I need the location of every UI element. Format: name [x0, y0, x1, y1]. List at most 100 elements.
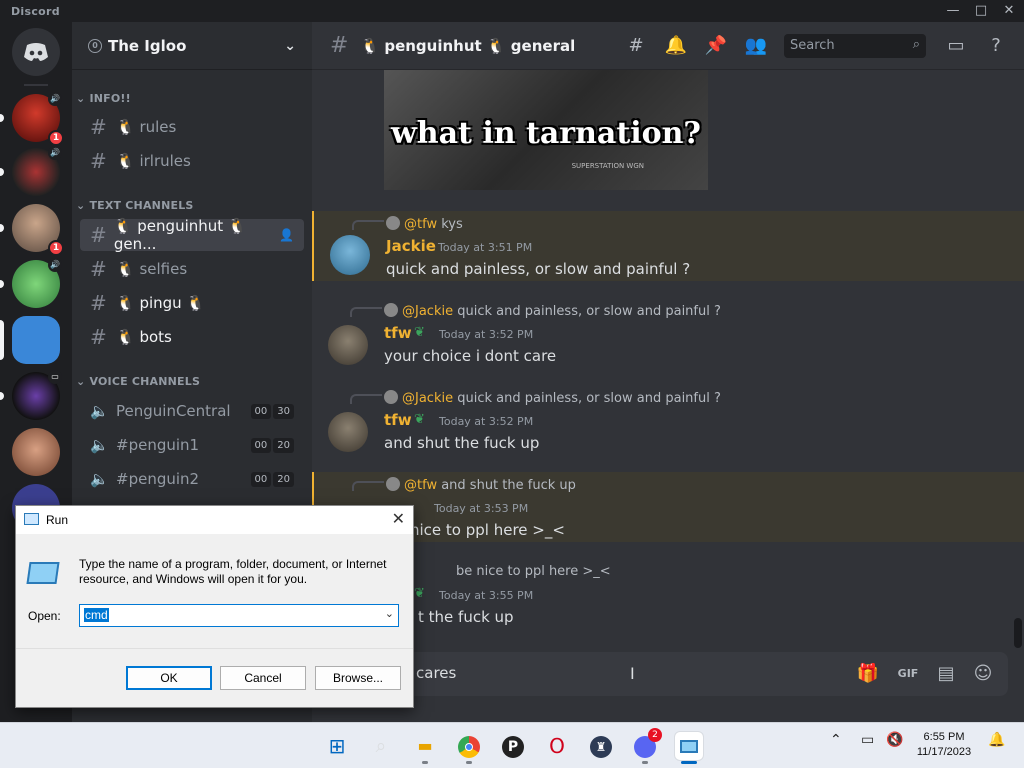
server-icon[interactable]: ▭: [0, 370, 62, 420]
chrome-icon[interactable]: [455, 732, 483, 760]
username[interactable]: Jackie: [386, 237, 436, 255]
channel-bots[interactable]: # 🐧 bots: [80, 321, 304, 353]
category-voice[interactable]: ⌄ VOICE CHANNELS: [76, 375, 200, 388]
voice-channel[interactable]: 🔈 #penguin2 00 20: [80, 463, 304, 495]
server-icon[interactable]: 🔊 1: [0, 92, 64, 146]
scrollbar[interactable]: [1014, 618, 1022, 648]
server-header[interactable]: 0 The Igloo ⌄: [72, 22, 312, 70]
invite-icon[interactable]: 👤: [279, 228, 294, 242]
channel-rules[interactable]: # 🐧 rules: [80, 111, 304, 143]
category-text[interactable]: ⌄ TEXT CHANNELS: [76, 199, 194, 212]
chevron-up-icon[interactable]: ⌃: [830, 732, 842, 748]
pin-icon[interactable]: 📌: [704, 34, 728, 58]
voice-channel[interactable]: 🔈 #penguin1 00 20: [80, 429, 304, 461]
dialog-titlebar[interactable]: Run ✕: [16, 506, 413, 534]
reply-preview[interactable]: @Jackie quick and painless, or slow and …: [384, 303, 721, 319]
inbox-icon[interactable]: ▭: [944, 34, 968, 58]
home-button[interactable]: [12, 28, 60, 76]
minimize-button[interactable]: —: [942, 2, 964, 20]
gif-image[interactable]: what in tarnation? SUPERSTATION WGN: [384, 70, 708, 190]
opera-icon[interactable]: O: [543, 732, 571, 760]
speaker-icon: 🔊: [48, 92, 62, 106]
ok-button[interactable]: OK: [126, 666, 212, 690]
close-icon[interactable]: ✕: [392, 509, 405, 529]
message-text: t the fuck up: [418, 608, 514, 626]
gif-button[interactable]: GIF: [896, 662, 920, 686]
message[interactable]: @Jackie quick and painless, or slow and …: [312, 298, 1024, 368]
speaker-icon: 🔊: [48, 146, 62, 160]
hash-icon: #: [330, 33, 349, 58]
sticker-icon[interactable]: ▤: [934, 662, 958, 686]
gift-icon[interactable]: 🎁: [856, 662, 880, 686]
server-icon[interactable]: 🔊: [0, 258, 62, 308]
cancel-button[interactable]: Cancel: [220, 666, 306, 690]
rail-divider: [24, 84, 48, 86]
close-button[interactable]: ✕: [998, 2, 1020, 20]
channel-irlrules[interactable]: # 🐧 irlrules: [80, 145, 304, 177]
speaker-icon: 🔈: [90, 436, 109, 454]
server-icon[interactable]: [12, 428, 60, 476]
maximize-button[interactable]: □: [970, 2, 992, 20]
emoji-icon[interactable]: ☺: [971, 662, 995, 686]
reply-preview[interactable]: @tfw and shut the fuck up: [386, 477, 576, 493]
reply-preview[interactable]: be nice to ppl here >_<: [456, 564, 611, 579]
discord-logo-icon: [12, 28, 60, 76]
dialog-description: Type the name of a program, folder, docu…: [79, 557, 387, 586]
channel-general-selected[interactable]: # 🐧 penguinhut 🐧 gen... 👤: [80, 217, 304, 253]
members-icon[interactable]: 👥: [744, 34, 768, 58]
category-info[interactable]: ⌄ INFO!!: [76, 92, 131, 105]
app-tower-icon[interactable]: ♜: [587, 732, 615, 760]
username[interactable]: tfw: [384, 411, 412, 429]
display-icon[interactable]: ▭: [861, 732, 874, 748]
message-text: your choice i dont care: [384, 347, 557, 365]
hash-icon: #: [90, 115, 107, 139]
reply-preview[interactable]: @tfw kys: [386, 216, 463, 232]
message-input[interactable]: cares I 🎁 GIF ▤ ☺: [328, 652, 1008, 696]
title-bar: Discord — □ ✕: [0, 0, 1024, 22]
message[interactable]: @tfw kys Jackie Today at 3:51 PM quick a…: [312, 211, 1024, 281]
open-input[interactable]: cmd ⌄: [79, 604, 399, 627]
server-icon[interactable]: 1: [0, 204, 64, 256]
reply-preview[interactable]: @Jackie quick and painless, or slow and …: [384, 390, 721, 406]
voice-channel[interactable]: 🔈 PenguinCentral 00 30: [80, 395, 304, 427]
avatar[interactable]: [328, 325, 368, 365]
clock[interactable]: 6:55 PM 11/17/2023: [907, 730, 981, 760]
search-icon[interactable]: ⌕: [367, 732, 395, 760]
browse-button[interactable]: Browse...: [315, 666, 401, 690]
message[interactable]: be nice to ppl here >_< ❦ Today at 3:55 …: [312, 559, 1024, 629]
threads-icon[interactable]: #: [624, 34, 648, 58]
volume-muted-icon[interactable]: 🔇: [886, 732, 903, 748]
help-icon[interactable]: ?: [984, 34, 1008, 58]
chevron-down-icon[interactable]: ⌄: [385, 607, 394, 620]
app-p-icon[interactable]: P: [499, 732, 527, 760]
avatar[interactable]: [328, 412, 368, 452]
message[interactable]: @tfw and shut the fuck up Today at 3:53 …: [312, 472, 1024, 542]
avatar[interactable]: [330, 235, 370, 275]
chevron-down-icon[interactable]: ⌄: [284, 38, 296, 54]
unread-pill: [0, 224, 4, 232]
channel-title: 🐧 penguinhut 🐧 general: [360, 36, 576, 55]
reply-avatar: [386, 477, 400, 491]
text-cursor-icon: I: [630, 664, 635, 683]
discord-taskbar-icon[interactable]: 2: [631, 728, 662, 760]
app-title: Discord: [11, 5, 60, 18]
server-icon-selected[interactable]: [0, 316, 60, 364]
start-icon[interactable]: ⊞: [323, 732, 351, 760]
server-avatar: [12, 428, 60, 476]
file-explorer-icon[interactable]: ▬: [411, 732, 439, 760]
bell-icon[interactable]: 🔔: [664, 34, 688, 58]
channel-selfies[interactable]: # 🐧 selfies: [80, 253, 304, 285]
boost-level-icon: 0: [88, 38, 102, 53]
open-input-value: cmd: [84, 608, 109, 622]
message[interactable]: @Jackie quick and painless, or slow and …: [312, 385, 1024, 455]
channel-pingu[interactable]: # 🐧 pingu 🐧: [80, 287, 304, 319]
timestamp: Today at 3:53 PM: [434, 502, 529, 515]
role-icon: ❦: [414, 412, 425, 427]
unread-pill: [0, 114, 4, 122]
dialog-title: Run: [46, 513, 69, 527]
search-input[interactable]: Search ⌕: [784, 34, 926, 58]
run-taskbar-icon[interactable]: [675, 732, 703, 760]
server-icon[interactable]: 🔊: [0, 146, 62, 196]
username[interactable]: tfw: [384, 324, 412, 342]
notification-bell-icon[interactable]: 🔔: [988, 732, 1005, 748]
